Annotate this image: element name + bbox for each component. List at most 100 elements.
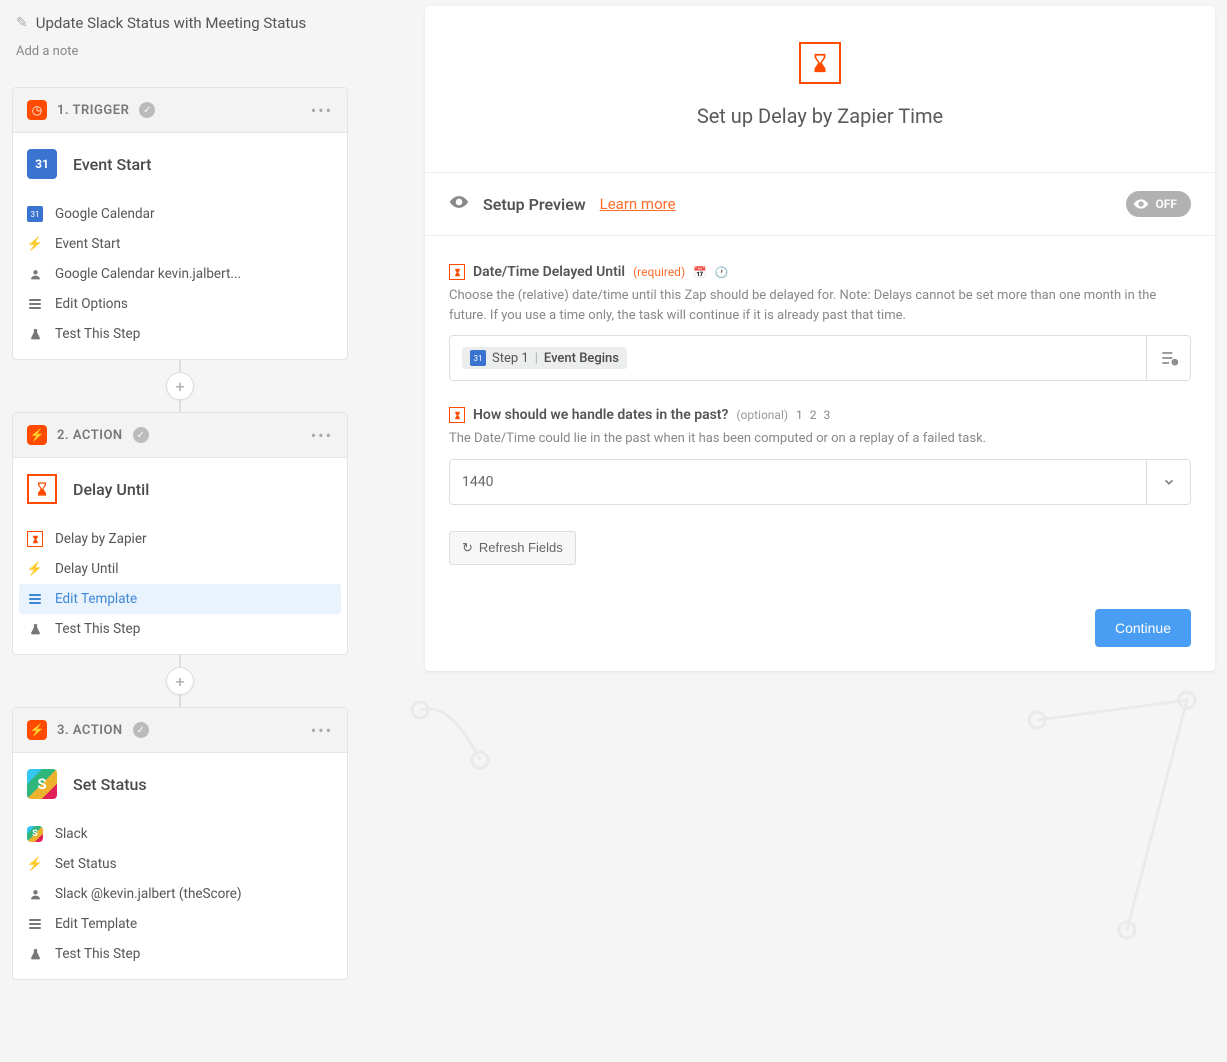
step-kind-label: 3. ACTION — [57, 723, 123, 738]
learn-more-link[interactable]: Learn more — [600, 195, 676, 213]
add-note-link[interactable]: Add a note — [12, 40, 348, 63]
past-dates-select[interactable]: 1440 — [449, 459, 1191, 505]
user-icon — [27, 886, 43, 902]
refresh-label: Refresh Fields — [479, 540, 563, 555]
eye-icon — [449, 192, 469, 217]
step-item-test[interactable]: Test This Step — [13, 939, 347, 969]
step-item-label: Event Start — [55, 236, 120, 252]
step-item-event[interactable]: ⚡Delay Until — [13, 554, 347, 584]
step-item-account[interactable]: Slack @kevin.jalbert (theScore) — [13, 879, 347, 909]
pencil-icon[interactable]: ✎ — [16, 15, 28, 31]
step-item-test[interactable]: Test This Step — [13, 614, 347, 644]
slack-icon: S — [27, 769, 57, 799]
calendar-icon: 📅 — [693, 266, 707, 279]
step-kind-label: 2. ACTION — [57, 428, 123, 443]
step-item-account[interactable]: Google Calendar kevin.jalbert... — [13, 259, 347, 289]
background-decoration — [1017, 680, 1217, 1060]
datetime-input[interactable]: 31 Step 1 | Event Begins — [449, 335, 1191, 381]
bolt-icon: ⚡ — [27, 236, 43, 252]
field-label: Date/Time Delayed Until — [473, 264, 625, 280]
select-value: 1440 — [462, 474, 493, 490]
toggle-label: OFF — [1156, 197, 1177, 211]
delay-icon — [449, 264, 465, 280]
continue-button[interactable]: Continue — [1095, 609, 1191, 647]
step-menu-icon[interactable]: ••• — [311, 101, 333, 120]
step-menu-icon[interactable]: ••• — [311, 721, 333, 740]
step-item-label: Test This Step — [55, 946, 140, 962]
delay-icon — [799, 42, 841, 84]
step-item-test[interactable]: Test This Step — [13, 319, 347, 349]
step-header[interactable]: ◷ 1. TRIGGER ✓ ••• — [13, 88, 347, 133]
add-step-button[interactable]: + — [166, 667, 194, 695]
list-icon — [27, 296, 43, 312]
required-badge: (required) — [633, 265, 685, 279]
main-panel: Set up Delay by Zapier Time Setup Previe… — [425, 6, 1215, 671]
step-item-event[interactable]: ⚡ Set Status — [13, 849, 347, 879]
step-item-label: Delay Until — [55, 561, 118, 577]
bolt-icon: ⚡ — [27, 720, 47, 740]
clock-icon: 🕐 — [715, 266, 729, 279]
step-item-app[interactable]: S Slack — [13, 819, 347, 849]
step-kind-label: 1. TRIGGER — [57, 103, 129, 118]
flask-icon — [27, 326, 43, 342]
optional-badge: (optional) — [736, 408, 788, 422]
insert-field-button[interactable] — [1146, 336, 1190, 380]
step-item-label: Edit Template — [55, 916, 137, 932]
step-item-app[interactable]: Delay by Zapier — [13, 524, 347, 554]
check-icon: ✓ — [139, 102, 155, 118]
step-item-label: Set Status — [55, 856, 117, 872]
pill-step: Step 1 — [492, 351, 529, 366]
delay-icon — [27, 474, 57, 504]
bolt-icon: ⚡ — [27, 425, 47, 445]
step-item-label: Google Calendar — [55, 206, 155, 222]
step-title: Set Status — [73, 775, 147, 794]
refresh-icon: ↻ — [462, 540, 473, 556]
chevron-down-icon[interactable] — [1146, 460, 1190, 504]
field-datetime-delayed: Date/Time Delayed Until (required) 📅 🕐 C… — [449, 264, 1191, 381]
step-card-trigger: ◷ 1. TRIGGER ✓ ••• 31 Event Start 31 Goog… — [12, 87, 348, 360]
user-icon — [27, 266, 43, 282]
step-item-edit-template[interactable]: Edit Template — [13, 909, 347, 939]
step-menu-icon[interactable]: ••• — [311, 426, 333, 445]
step-item-edit-template[interactable]: Edit Template — [19, 584, 341, 614]
step-title: Event Start — [73, 155, 151, 174]
step-item-label: Slack — [55, 826, 88, 842]
number-hint-icon: 1 2 3 — [796, 408, 832, 422]
panel-title: Set up Delay by Zapier Time — [445, 104, 1195, 128]
step-header[interactable]: ⚡ 3. ACTION ✓ ••• — [13, 708, 347, 753]
step-title: Delay Until — [73, 480, 149, 499]
add-step-button[interactable]: + — [166, 372, 194, 400]
refresh-fields-button[interactable]: ↻ Refresh Fields — [449, 531, 576, 565]
slack-icon: S — [27, 826, 43, 842]
background-decoration — [390, 680, 510, 800]
bolt-icon: ⚡ — [27, 856, 43, 872]
field-past-dates: How should we handle dates in the past? … — [449, 407, 1191, 505]
step-item-app[interactable]: 31 Google Calendar — [13, 199, 347, 229]
step-item-label: Test This Step — [55, 326, 140, 342]
list-icon — [27, 916, 43, 932]
google-calendar-icon: 31 — [27, 206, 43, 222]
step-card-slack: ⚡ 3. ACTION ✓ ••• S Set Status S Slack ⚡ S… — [12, 707, 348, 980]
field-help-text: The Date/Time could lie in the past when… — [449, 429, 1191, 449]
google-calendar-icon: 31 — [27, 149, 57, 179]
google-calendar-icon: 31 — [470, 350, 486, 366]
flask-icon — [27, 621, 43, 637]
step-item-event[interactable]: ⚡ Event Start — [13, 229, 347, 259]
step-item-label: Edit Template — [55, 591, 137, 607]
field-label: How should we handle dates in the past? — [473, 407, 728, 423]
pill-value: Event Begins — [544, 351, 619, 366]
field-help-text: Choose the (relative) date/time until th… — [449, 286, 1191, 325]
flask-icon — [27, 946, 43, 962]
preview-toggle[interactable]: OFF — [1126, 191, 1191, 217]
delay-icon — [449, 407, 465, 423]
step-item-label: Slack @kevin.jalbert (theScore) — [55, 886, 242, 902]
step-item-edit-options[interactable]: Edit Options — [13, 289, 347, 319]
zap-title[interactable]: Update Slack Status with Meeting Status — [36, 14, 307, 32]
step-item-label: Google Calendar kevin.jalbert... — [55, 266, 241, 282]
setup-preview-label: Setup Preview — [483, 195, 586, 214]
step-item-label: Edit Options — [55, 296, 128, 312]
step-header[interactable]: ⚡ 2. ACTION ✓ ••• — [13, 413, 347, 458]
check-icon: ✓ — [133, 722, 149, 738]
field-value-pill[interactable]: 31 Step 1 | Event Begins — [462, 347, 627, 369]
step-card-delay: ⚡ 2. ACTION ✓ ••• Delay Until Delay by Z… — [12, 412, 348, 655]
